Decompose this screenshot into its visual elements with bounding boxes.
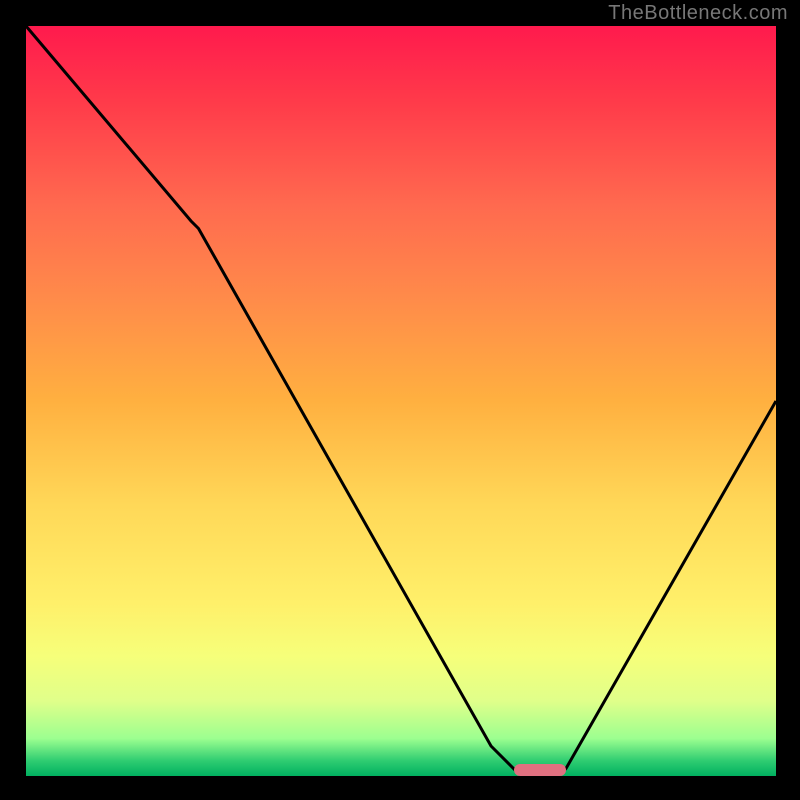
- plot-area: [26, 26, 776, 776]
- bottleneck-curve: [26, 26, 776, 776]
- chart-container: TheBottleneck.com: [0, 0, 800, 800]
- watermark-text: TheBottleneck.com: [608, 2, 788, 25]
- curve-svg: [26, 26, 776, 776]
- optimal-marker: [514, 764, 567, 776]
